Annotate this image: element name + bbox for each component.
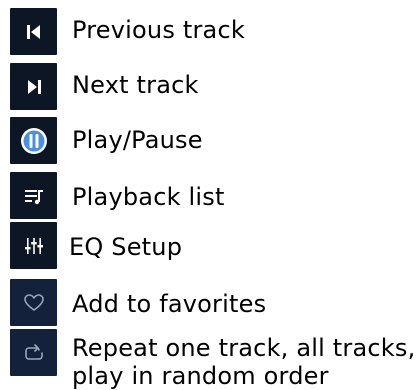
eq-setup-icon <box>23 236 45 256</box>
play-pause-tile <box>10 117 57 164</box>
eq-setup-tile <box>10 222 57 269</box>
repeat-icon <box>22 342 46 364</box>
legend-label-next-track: Next track <box>72 71 199 99</box>
legend-label-previous-track: Previous track <box>72 16 245 44</box>
legend-label-repeat-line2: play in random order <box>72 362 329 390</box>
next-track-icon <box>25 79 43 95</box>
legend-label-play-pause: Play/Pause <box>72 126 203 154</box>
repeat-tile <box>10 329 57 376</box>
legend-label-add-to-favorites: Add to favorites <box>72 290 267 318</box>
heart-icon <box>23 293 45 313</box>
playback-list-tile <box>10 172 57 219</box>
playback-list-icon <box>23 187 45 205</box>
legend-label-eq-setup: EQ Setup <box>69 233 183 261</box>
legend-label-playback-list: Playback list <box>72 183 225 211</box>
previous-track-tile <box>10 8 57 55</box>
previous-track-icon <box>25 24 43 40</box>
favorites-tile <box>10 279 57 326</box>
legend-label-repeat-line1: Repeat one track, all tracks, <box>72 334 416 362</box>
next-track-tile <box>10 63 57 110</box>
play-pause-icon <box>19 126 49 156</box>
